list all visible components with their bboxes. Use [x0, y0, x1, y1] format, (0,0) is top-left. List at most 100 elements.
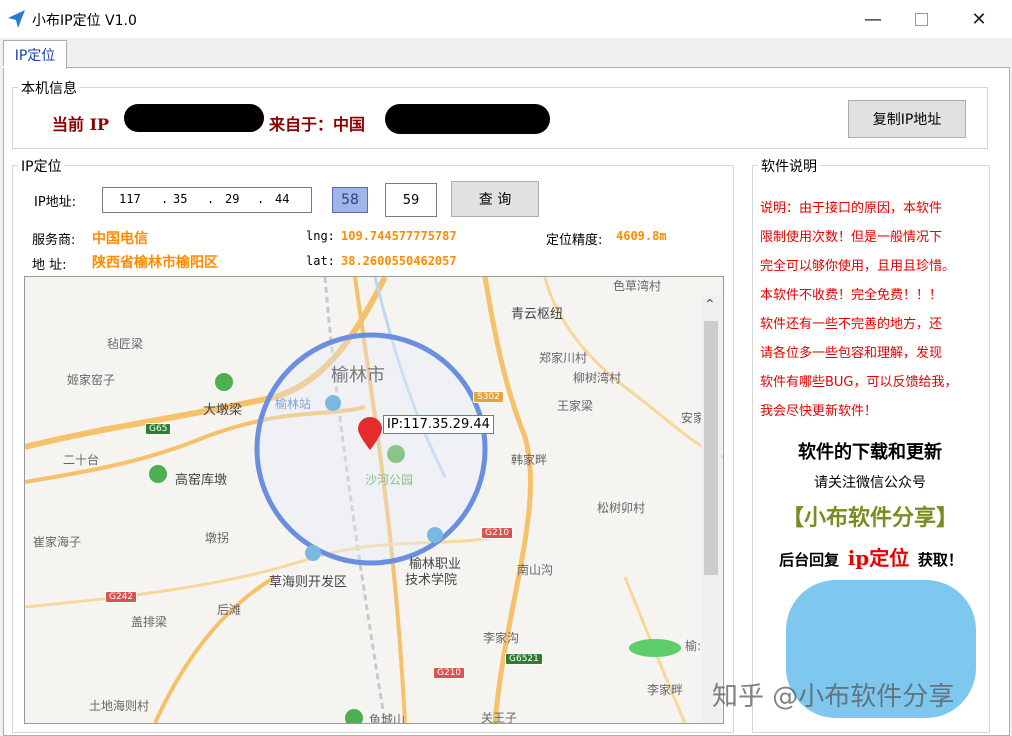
- software-info-title: 软件说明: [758, 156, 820, 176]
- note-line: 本软件不收费！完全免费！！！: [760, 288, 943, 303]
- isp-label: 服务商:: [32, 233, 76, 248]
- note-line: 说明：由于接口的原因，本软件: [760, 201, 943, 216]
- road-badge: G242: [105, 591, 138, 603]
- local-info-title: 本机信息: [18, 78, 80, 98]
- station-icon: [325, 395, 341, 411]
- app-logo-icon: [8, 10, 25, 28]
- map-place: 南山沟: [517, 563, 554, 577]
- map-place: 后滩: [217, 603, 242, 617]
- copy-ip-button[interactable]: 复制IP地址: [848, 100, 966, 138]
- redacted-ip: [124, 104, 264, 132]
- scrollbar-thumb[interactable]: [704, 321, 718, 575]
- road-badge: G210: [481, 527, 514, 539]
- map-place: 李家畔: [647, 683, 684, 697]
- ip-locate-title: IP定位: [18, 156, 65, 176]
- reply-keyword: ip定位: [847, 546, 910, 570]
- map-view[interactable]: 青云枢纽 色草湾村 毡匠梁 郑家川村 榆林市 姬家窑子 柳树湾村 大墩梁 榆林站…: [24, 276, 724, 724]
- map-place: 大墩梁: [203, 403, 243, 418]
- ip-dot: .: [207, 192, 215, 206]
- road-badge: G65: [145, 423, 172, 435]
- location-pin-icon[interactable]: [357, 417, 383, 451]
- poi-park-icon: [345, 709, 363, 723]
- maximize-icon[interactable]: [898, 0, 944, 38]
- ip-octet-1: 117: [119, 192, 141, 206]
- map-place: 崔家海子: [33, 535, 82, 549]
- redacted-location: [385, 104, 550, 134]
- account-name: 【小布软件分享】: [781, 505, 958, 531]
- map-place: 松树卯村: [597, 501, 646, 515]
- road-badge: G6521: [505, 653, 543, 665]
- map-place: 榆林站: [275, 397, 312, 411]
- accuracy-value: 4609.8m: [616, 229, 667, 243]
- note-line: 我会尽快更新软件！: [760, 404, 878, 419]
- map-place: 沙河公园: [365, 473, 414, 487]
- note-line: 完全可以够你使用，且用且珍惜。: [760, 259, 956, 274]
- reply-suffix: 获取！: [917, 551, 963, 569]
- tab-ip-locate[interactable]: IP定位: [3, 40, 67, 69]
- close-icon[interactable]: ✕: [956, 0, 1002, 38]
- map-place: 鱼城山: [369, 713, 406, 724]
- current-ip-label: 当前 IP: [52, 115, 110, 134]
- ip-dot: .: [257, 192, 265, 206]
- road-badge: S302: [473, 391, 504, 403]
- software-notes: 说明：由于接口的原因，本软件 限制使用次数！但是一般情况下 完全可以够你使用，且…: [760, 194, 984, 426]
- lng-value: 109.744577775787: [341, 229, 457, 243]
- school-icon: [427, 527, 443, 543]
- map-place: 韩家畔: [511, 453, 548, 467]
- map-place: 王家梁: [557, 399, 594, 413]
- address-value: 陕西省榆林市榆阳区: [92, 255, 218, 271]
- map-place: 高窑库墩: [175, 473, 228, 488]
- ip-dot: .: [161, 192, 169, 206]
- map-scrollbar[interactable]: ⌃: [701, 295, 721, 723]
- ip-octet-3: 29: [225, 192, 240, 206]
- from-label: 来自于：中国: [269, 115, 366, 134]
- ip-address-label: IP地址:: [34, 195, 77, 210]
- ip-address-input[interactable]: 117 . 35 . 29 . 44: [102, 187, 312, 213]
- map-place: 毡匠梁: [107, 337, 144, 351]
- note-line: 请各位多一些包容和理解，发现: [760, 346, 943, 361]
- follow-text: 请关注微信公众号: [814, 475, 926, 491]
- map-place: 技术学院: [405, 573, 458, 588]
- map-city-label: 榆林市: [331, 365, 385, 386]
- map-place: 姬家窑子: [67, 373, 116, 387]
- map-place: 李家沟: [483, 631, 520, 645]
- window-title: 小布IP定位 V1.0: [32, 13, 137, 29]
- map-place: 色草湾村: [613, 279, 662, 293]
- map-place: 青云枢纽: [511, 307, 564, 322]
- map-place: 榆:: [685, 639, 702, 653]
- map-place: 草海则开发区: [269, 575, 348, 590]
- query-button[interactable]: 查 询: [451, 181, 539, 217]
- map-place: 墩拐: [205, 531, 230, 545]
- reply-instruction: 后台回复 ip定位 获取！: [756, 542, 986, 571]
- isp-value: 中国电信: [92, 231, 148, 247]
- lng-label: lng:: [306, 229, 335, 243]
- map-place: 柳树湾村: [573, 371, 622, 385]
- watermark: 知乎 @小布软件分享: [712, 682, 955, 712]
- district-icon: [305, 545, 321, 561]
- note-line: 软件还有一些不完善的地方，还: [760, 317, 943, 332]
- address-label: 地 址:: [32, 258, 67, 273]
- map-place: 关王子: [481, 711, 518, 724]
- number-input[interactable]: 59: [385, 183, 437, 217]
- title-bar: 小布IP定位 V1.0 — ✕: [0, 0, 1012, 38]
- map-place: 盖排梁: [131, 615, 168, 629]
- marker-label: IP:117.35.29.44: [383, 415, 494, 434]
- tab-underline: [3, 66, 65, 68]
- small-number-box[interactable]: 58: [332, 187, 368, 213]
- accuracy-label: 定位精度:: [546, 233, 603, 248]
- map-place: 土地海则村: [89, 699, 150, 713]
- note-line: 限制使用次数！但是一般情况下: [760, 230, 943, 245]
- lat-label: lat:: [306, 254, 335, 268]
- reply-prefix: 后台回复: [779, 551, 840, 569]
- road-badge: G210: [433, 667, 466, 679]
- chevron-up-icon[interactable]: ⌃: [704, 297, 716, 313]
- lat-value: 38.2600550462057: [341, 254, 457, 268]
- note-line: 软件有哪些BUG，可以反馈给我，: [760, 375, 958, 390]
- panda-icon: [629, 639, 681, 657]
- ip-octet-4: 44: [275, 192, 290, 206]
- download-title: 软件的下载和更新: [798, 442, 942, 463]
- poi-park-icon: [149, 465, 167, 483]
- minimize-icon[interactable]: —: [850, 0, 896, 38]
- poi-park-icon: [387, 445, 405, 463]
- ip-octet-2: 35: [173, 192, 188, 206]
